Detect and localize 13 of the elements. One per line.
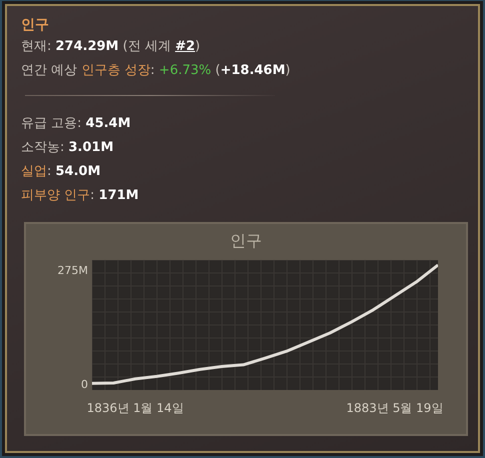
rank-link[interactable]: #2 bbox=[175, 39, 196, 54]
axis-label: 1883년 5월 19일 bbox=[346, 400, 444, 416]
stat-line: 연간 예상 인구층 성장: +6.73% (+18.46M) bbox=[21, 62, 292, 80]
tooltip-title: 인구 bbox=[21, 16, 50, 35]
axis-label: 1836년 1월 14일 bbox=[86, 400, 184, 416]
stat-line: 현재: 274.29M (전 세계 #2) bbox=[21, 38, 202, 56]
stat-line: 피부양 인구: 171M bbox=[21, 187, 140, 205]
axis-label: 0 bbox=[80, 378, 88, 390]
stat-line: 실업: 54.0M bbox=[21, 163, 102, 181]
stat-line: 소작농: 3.01M bbox=[21, 139, 115, 157]
axis-label: 275M bbox=[56, 265, 88, 276]
chart-title: 인구 bbox=[230, 230, 262, 252]
stat-line: 유급 고용: 45.4M bbox=[21, 115, 132, 133]
